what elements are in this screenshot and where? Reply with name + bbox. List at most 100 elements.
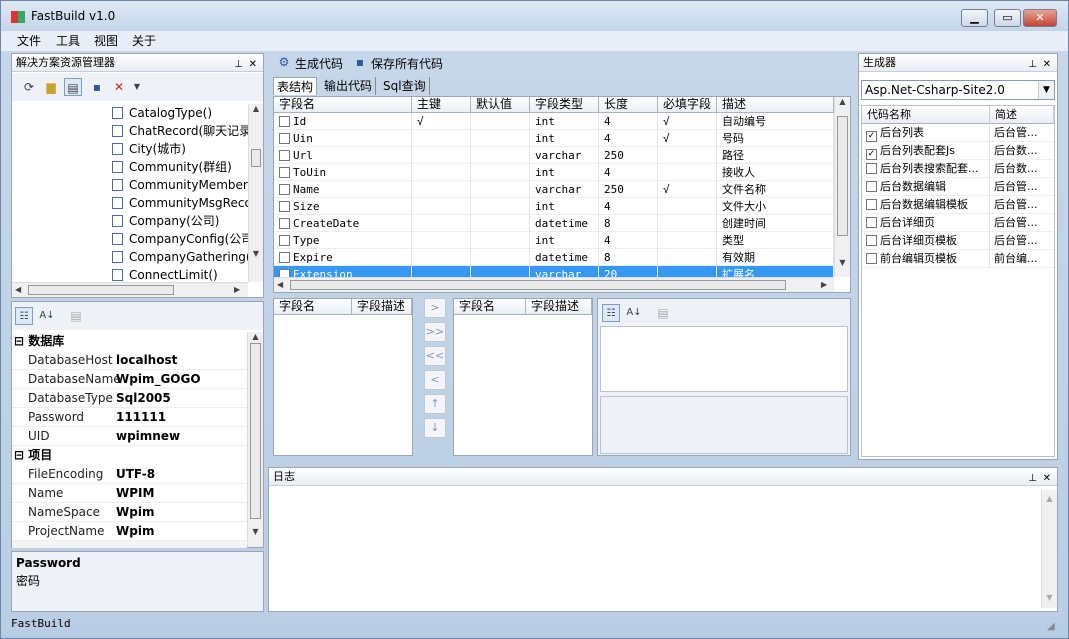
field-cell[interactable] bbox=[658, 215, 717, 232]
log-textarea[interactable] bbox=[271, 490, 1039, 608]
field-cell[interactable]: ToUin bbox=[274, 164, 412, 181]
field-cell[interactable] bbox=[471, 164, 530, 181]
property-row[interactable]: Name WPIM bbox=[12, 484, 247, 503]
field-cell[interactable]: 20 bbox=[599, 266, 658, 277]
field-sort-alpha-icon[interactable]: A↓ bbox=[625, 304, 643, 322]
generator-item-checkbox[interactable] bbox=[866, 199, 877, 210]
field-cell[interactable] bbox=[471, 266, 530, 277]
generator-close-icon[interactable]: ✕ bbox=[1043, 56, 1051, 73]
field-cell[interactable]: varchar bbox=[530, 181, 599, 198]
field-cell[interactable] bbox=[658, 164, 717, 181]
fields-hscroll[interactable]: ◀ ▶ bbox=[274, 277, 834, 292]
folder-icon[interactable]: ▆ bbox=[42, 78, 60, 96]
field-cell[interactable]: 4 bbox=[599, 113, 658, 130]
property-row[interactable]: ProjectName Wpim bbox=[12, 522, 247, 541]
field-cell[interactable]: √ bbox=[658, 181, 717, 198]
field-cell[interactable]: 自动编号 bbox=[717, 113, 834, 130]
field-cell[interactable]: int bbox=[530, 113, 599, 130]
property-vscroll-thumb[interactable] bbox=[250, 343, 261, 519]
dropdown-arrow-icon[interactable]: ▼ bbox=[128, 78, 146, 96]
property-value[interactable]: UTF-8 bbox=[116, 465, 155, 484]
column-header[interactable]: 必填字段 bbox=[658, 97, 717, 113]
field-cell[interactable]: 250 bbox=[599, 181, 658, 198]
field-cell[interactable]: Uin bbox=[274, 130, 412, 147]
move-all-left-button[interactable]: << bbox=[424, 346, 446, 366]
field-cell[interactable]: 4 bbox=[599, 130, 658, 147]
field-cell[interactable] bbox=[471, 198, 530, 215]
field-cell[interactable] bbox=[471, 232, 530, 249]
field-cell[interactable]: Size bbox=[274, 198, 412, 215]
generator-item[interactable]: 后台详细页 后台管... bbox=[862, 214, 1054, 232]
property-vscroll[interactable]: ▲ ▼ bbox=[247, 332, 263, 547]
field-cell[interactable] bbox=[471, 113, 530, 130]
move-down-button[interactable]: ↓ bbox=[424, 418, 446, 438]
generator-item-checkbox[interactable] bbox=[866, 163, 877, 174]
properties-icon[interactable]: ▤ bbox=[64, 78, 82, 96]
tree-item[interactable]: Company(公司) bbox=[12, 212, 248, 230]
minimize-button[interactable]: ▁ bbox=[961, 9, 988, 27]
field-categorized-icon[interactable]: ☷ bbox=[602, 304, 620, 322]
field-cell[interactable]: 类型 bbox=[717, 232, 834, 249]
field-cell[interactable] bbox=[658, 198, 717, 215]
log-close-icon[interactable]: ✕ bbox=[1043, 470, 1051, 487]
tab-table-structure[interactable]: 表结构 bbox=[273, 77, 318, 95]
tree-item[interactable]: CompanyGathering( bbox=[12, 248, 248, 266]
property-row[interactable]: FileEncoding UTF-8 bbox=[12, 465, 247, 484]
move-left-button[interactable]: < bbox=[424, 370, 446, 390]
tree-item[interactable]: Community(群组) bbox=[12, 158, 248, 176]
field-checkbox[interactable] bbox=[279, 201, 290, 212]
field-cell[interactable]: Expire bbox=[274, 249, 412, 266]
field-row[interactable]: Type int 4 类型 bbox=[274, 232, 834, 249]
field-cell[interactable]: √ bbox=[658, 113, 717, 130]
field-cell[interactable] bbox=[412, 249, 471, 266]
field-cell[interactable]: 8 bbox=[599, 249, 658, 266]
close-button[interactable]: ✕ bbox=[1023, 9, 1057, 27]
generator-select[interactable]: Asp.Net-Csharp-Site2.0 ▼ bbox=[861, 80, 1055, 100]
field-property-pages-icon[interactable]: ▤ bbox=[654, 304, 672, 322]
field-row[interactable]: ToUin int 4 接收人 bbox=[274, 164, 834, 181]
property-row[interactable]: NameSpace Wpim bbox=[12, 503, 247, 522]
property-value[interactable]: 111111 bbox=[116, 408, 166, 427]
field-cell[interactable] bbox=[471, 181, 530, 198]
generator-item-name-cell[interactable]: 后台列表搜索配套... bbox=[862, 160, 990, 178]
collapse-icon[interactable]: ⊟ bbox=[12, 334, 28, 348]
tree-vscroll-thumb[interactable] bbox=[251, 149, 261, 167]
field-cell[interactable]: int bbox=[530, 164, 599, 181]
tree-item[interactable]: CompanyConfig(公司 bbox=[12, 230, 248, 248]
generator-item[interactable]: 后台数据编辑 后台管... bbox=[862, 178, 1054, 196]
field-cell[interactable]: 4 bbox=[599, 164, 658, 181]
field-cell[interactable] bbox=[412, 130, 471, 147]
property-value[interactable]: localhost bbox=[116, 351, 177, 370]
property-value[interactable]: Wpim bbox=[116, 522, 154, 541]
categorized-icon[interactable]: ☷ bbox=[15, 307, 33, 325]
property-row[interactable]: DatabaseNameWpim_GOGO bbox=[12, 370, 247, 389]
field-cell[interactable] bbox=[471, 215, 530, 232]
field-cell[interactable]: Extension bbox=[274, 266, 412, 277]
property-value[interactable]: Wpim bbox=[116, 503, 154, 522]
generator-item-checkbox[interactable]: ✓ bbox=[866, 149, 877, 160]
maximize-button[interactable]: ▭ bbox=[994, 9, 1021, 27]
field-cell[interactable]: Id bbox=[274, 113, 412, 130]
pin-icon[interactable]: ⊥ bbox=[234, 56, 243, 73]
field-row[interactable]: Expire datetime 8 有效期 bbox=[274, 249, 834, 266]
field-cell[interactable] bbox=[412, 266, 471, 277]
refresh-icon[interactable]: ⟳ bbox=[20, 78, 38, 96]
field-cell[interactable]: int bbox=[530, 130, 599, 147]
field-checkbox[interactable] bbox=[279, 269, 290, 277]
move-right-button[interactable]: > bbox=[424, 298, 446, 318]
field-cell[interactable] bbox=[658, 232, 717, 249]
field-cell[interactable]: 4 bbox=[599, 198, 658, 215]
field-row[interactable]: CreateDate datetime 8 创建时间 bbox=[274, 215, 834, 232]
field-cell[interactable] bbox=[412, 181, 471, 198]
generator-item[interactable]: 后台列表搜索配套... 后台数... bbox=[862, 160, 1054, 178]
column-header[interactable]: 默认值 bbox=[471, 97, 530, 113]
field-checkbox[interactable] bbox=[279, 252, 290, 263]
tree-item[interactable]: CommunityMember bbox=[12, 176, 248, 194]
column-header[interactable]: 字段名 bbox=[274, 97, 412, 113]
property-category[interactable]: ⊟ 数据库 bbox=[12, 332, 247, 351]
field-cell[interactable]: varchar bbox=[530, 147, 599, 164]
generator-item[interactable]: ✓ 后台列表配套Js 后台数... bbox=[862, 142, 1054, 160]
tab-output-code[interactable]: 输出代码 bbox=[321, 77, 377, 95]
property-value[interactable]: Sql2005 bbox=[116, 389, 171, 408]
column-header[interactable]: 描述 bbox=[717, 97, 834, 113]
